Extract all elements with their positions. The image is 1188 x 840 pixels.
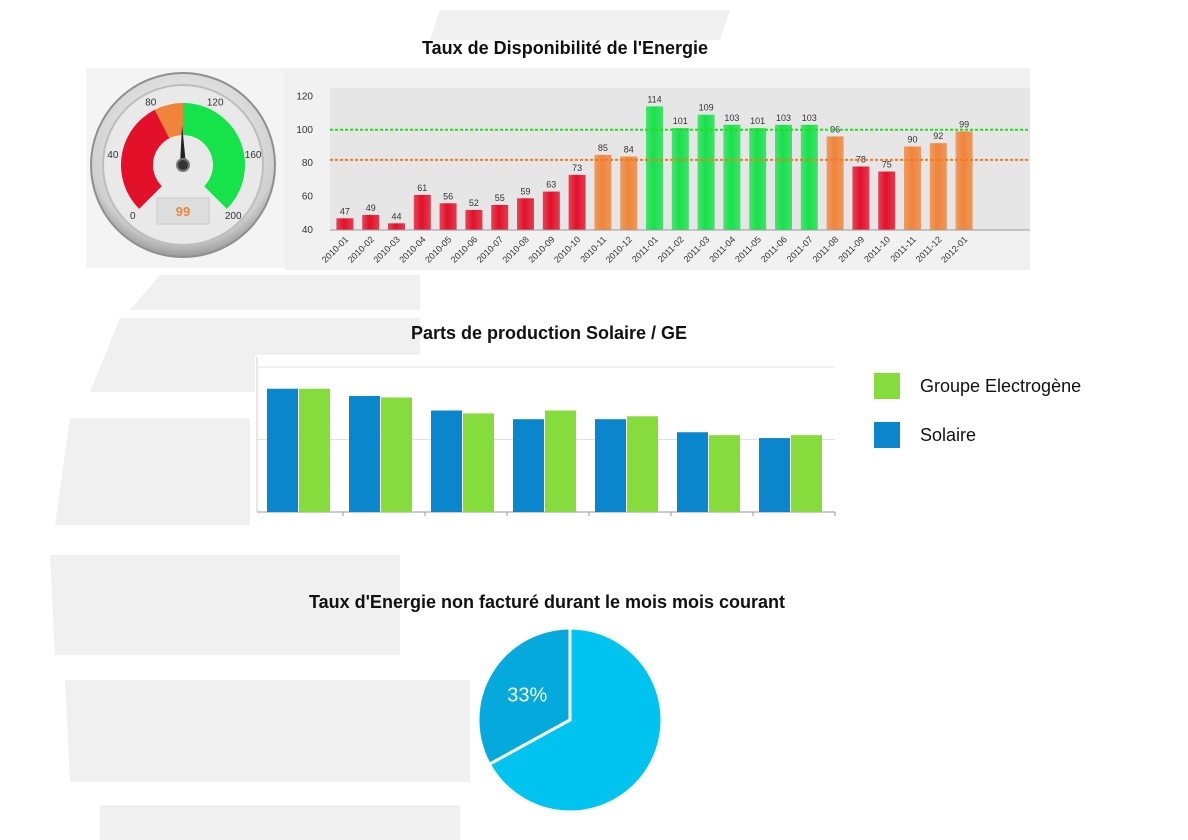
gauge-tick-label: 160 (245, 150, 262, 161)
availability-data-label: 75 (882, 160, 892, 170)
availability-bar-2012-01 (955, 131, 973, 230)
legend-label-solaire: Solaire (920, 424, 977, 445)
availability-bar-2010-12 (620, 156, 638, 230)
gauge-tick-label: 40 (107, 150, 119, 161)
legend-item-solaire: Solaire (874, 422, 1081, 448)
gauge-tick-label: 120 (207, 98, 224, 109)
availability-bar-2010-03 (388, 223, 405, 230)
availability-data-label: 103 (724, 113, 739, 123)
availability-data-label: 56 (443, 191, 453, 201)
availability-data-label: 103 (776, 113, 791, 123)
production-bar-groupe (299, 388, 330, 512)
y-tick-label: 120 (296, 91, 313, 102)
legend-label-groupe: Groupe Electrogène (920, 375, 1082, 396)
availability-bar-2011-06 (775, 124, 792, 230)
availability-data-label: 59 (520, 186, 530, 196)
production-bar-solaire (595, 419, 626, 512)
production-bar-solaire (431, 410, 462, 512)
y-tick-label: 100 (296, 125, 313, 136)
availability-bar-2011-10 (878, 171, 896, 230)
y-tick-label: 80 (302, 158, 314, 169)
availability-chart-title: Taux de Disponibilité de l'Energie (422, 38, 708, 58)
availability-bar-2011-09 (852, 166, 870, 230)
availability-bar-2010-01 (336, 218, 354, 230)
pie-slice-label: 33% (507, 685, 547, 707)
gauge-tick-label: 80 (145, 98, 157, 109)
unbilled-energy-pie-chart: 33% (476, 626, 664, 814)
availability-data-label: 85 (598, 143, 608, 153)
gauge-value-label: 99 (176, 204, 190, 219)
availability-bar-2010-05 (439, 203, 457, 230)
availability-bar-chart: 406080100120472010-01492010-02442010-036… (285, 68, 1030, 270)
availability-data-label: 90 (907, 134, 917, 144)
production-bar-solaire (513, 419, 544, 512)
production-bar-groupe (463, 413, 494, 512)
gauge-tick-label: 200 (225, 211, 242, 222)
availability-data-label: 61 (417, 183, 427, 193)
production-bar-groupe (381, 397, 412, 512)
unbilled-energy-chart-title: Taux d'Energie non facturé durant le moi… (308, 592, 786, 612)
production-bar-groupe (709, 435, 740, 512)
availability-bar-2011-12 (929, 143, 947, 230)
availability-data-label: 52 (469, 198, 479, 208)
availability-data-label: 44 (391, 211, 401, 221)
availability-gauge: 0 40 80 120 160 200 99 (86, 68, 286, 268)
gauge-tick-label: 0 (130, 211, 136, 222)
availability-bar-2010-08 (517, 198, 534, 230)
availability-data-label: 49 (366, 203, 376, 213)
availability-data-label: 73 (572, 163, 582, 173)
production-bar-solaire (267, 388, 298, 512)
availability-bar-2010-04 (413, 194, 431, 230)
availability-bar-2011-05 (749, 128, 767, 230)
availability-bar-2010-11 (594, 154, 612, 230)
availability-data-label: 55 (495, 193, 505, 203)
availability-data-label: 92 (933, 131, 943, 141)
availability-data-label: 84 (624, 144, 634, 154)
availability-data-label: 101 (673, 116, 688, 126)
availability-bar-2011-07 (800, 124, 818, 230)
availability-data-label: 109 (699, 103, 714, 113)
gauge-hub (176, 158, 190, 172)
production-bar-solaire (349, 396, 380, 512)
availability-bar-2010-06 (465, 209, 483, 230)
production-bar-solaire (759, 438, 790, 512)
production-bar-solaire (677, 432, 708, 512)
availability-bar-2011-03 (697, 114, 715, 230)
availability-data-label: 101 (750, 116, 765, 126)
production-chart-title: Parts de production Solaire / GE (410, 323, 688, 343)
production-bar-groupe (791, 435, 822, 512)
availability-bar-2010-02 (362, 214, 380, 230)
availability-bar-2011-04 (723, 124, 741, 230)
availability-data-label: 47 (340, 206, 350, 216)
availability-data-label: 114 (647, 94, 661, 104)
y-tick-label: 40 (302, 225, 314, 236)
legend-item-groupe: Groupe Electrogène (874, 373, 1081, 399)
availability-bar-2010-10 (568, 174, 586, 230)
availability-bar-2010-09 (542, 191, 560, 230)
production-legend: Groupe Electrogène Solaire (874, 373, 1081, 471)
production-bar-groupe (545, 410, 576, 512)
availability-bar-2011-01 (646, 106, 663, 230)
availability-bar-2011-08 (826, 136, 844, 230)
production-bar-groupe (627, 416, 658, 512)
availability-bar-2011-02 (671, 128, 689, 230)
availability-data-label: 99 (959, 119, 969, 129)
availability-data-label: 63 (546, 180, 556, 190)
availability-data-label: 103 (802, 113, 817, 123)
legend-swatch-groupe (874, 373, 900, 399)
legend-swatch-solaire (874, 422, 900, 448)
availability-bar-2010-07 (491, 204, 509, 230)
production-bar-chart (255, 355, 837, 525)
y-tick-label: 60 (302, 192, 314, 203)
